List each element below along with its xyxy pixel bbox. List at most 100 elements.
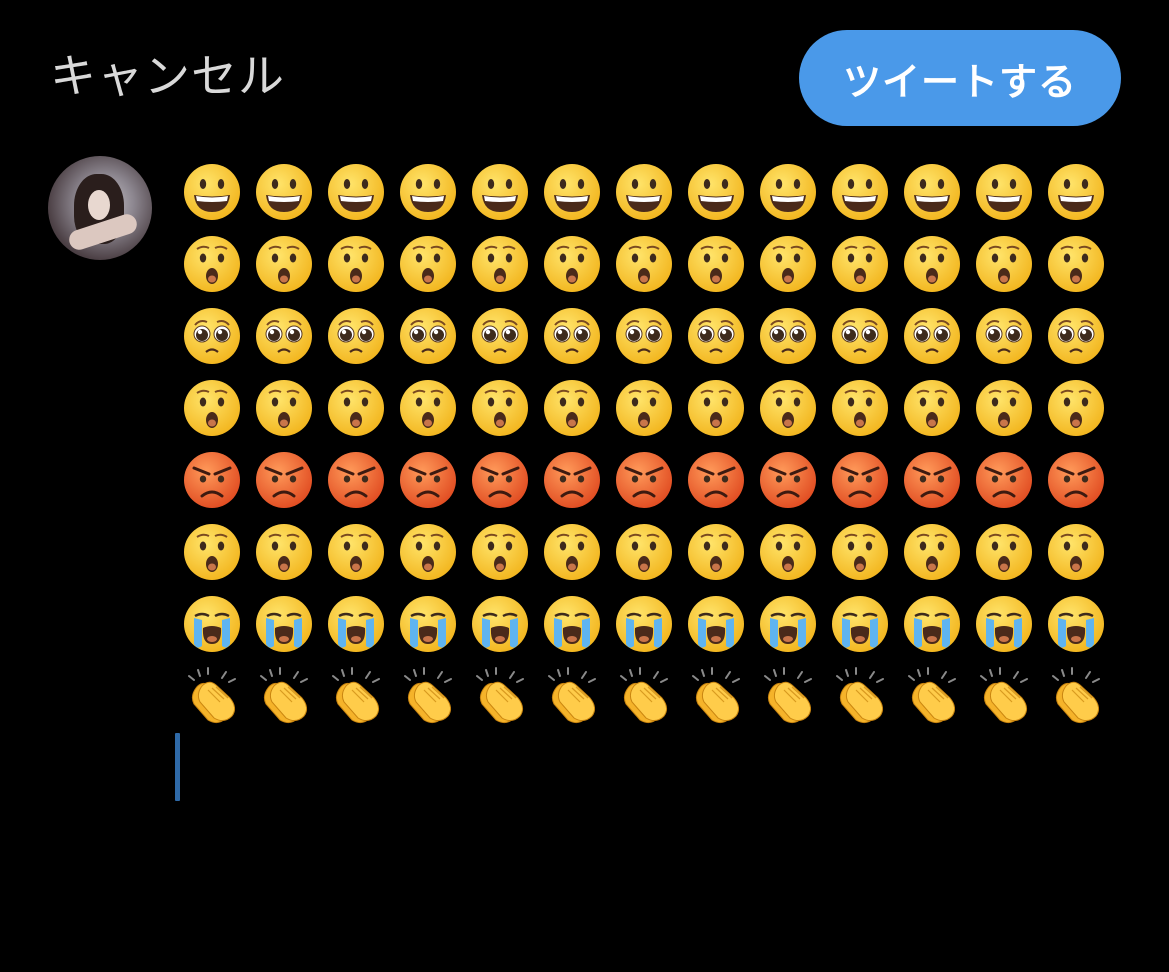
hushed-face-icon xyxy=(248,228,320,300)
hushed-face-icon xyxy=(536,372,608,444)
hushed-face-icon xyxy=(896,228,968,300)
clapping-hands-icon xyxy=(392,660,464,732)
pleading-face-icon xyxy=(392,300,464,372)
tweet-button[interactable]: ツイートする xyxy=(799,30,1121,126)
grinning-face-icon xyxy=(752,156,824,228)
hushed-face-icon xyxy=(1040,228,1112,300)
hushed-face-icon xyxy=(896,516,968,588)
grinning-face-icon xyxy=(1040,156,1112,228)
hushed-face-icon xyxy=(392,516,464,588)
clapping-hands-icon xyxy=(896,660,968,732)
hushed-face-icon xyxy=(968,516,1040,588)
hushed-face-icon xyxy=(968,372,1040,444)
clapping-hands-icon xyxy=(968,660,1040,732)
tweet-text-area[interactable] xyxy=(176,156,1116,732)
loudly-crying-face-icon xyxy=(752,588,824,660)
grinning-face-icon xyxy=(824,156,896,228)
hushed-face-icon xyxy=(464,228,536,300)
clapping-hands-icon xyxy=(464,660,536,732)
hushed-face-icon xyxy=(536,228,608,300)
loudly-crying-face-icon xyxy=(536,588,608,660)
hushed-face-icon xyxy=(248,372,320,444)
clapping-hands-icon xyxy=(248,660,320,732)
hushed-face-icon xyxy=(896,372,968,444)
pleading-face-icon xyxy=(176,300,248,372)
pleading-face-icon xyxy=(968,300,1040,372)
hushed-face-icon xyxy=(392,372,464,444)
grinning-face-icon xyxy=(320,156,392,228)
compose-header: キャンセル ツイートする xyxy=(0,0,1169,150)
clapping-hands-icon xyxy=(176,660,248,732)
grinning-face-icon xyxy=(248,156,320,228)
hushed-face-icon xyxy=(464,372,536,444)
hushed-face-icon xyxy=(752,516,824,588)
angry-face-icon xyxy=(176,444,248,516)
pleading-face-icon xyxy=(824,300,896,372)
loudly-crying-face-icon xyxy=(392,588,464,660)
avatar[interactable] xyxy=(48,156,152,260)
hushed-face-icon xyxy=(176,516,248,588)
clapping-hands-icon xyxy=(824,660,896,732)
grinning-face-icon xyxy=(968,156,1040,228)
pleading-face-icon xyxy=(608,300,680,372)
hushed-face-icon xyxy=(824,516,896,588)
hushed-face-icon xyxy=(608,372,680,444)
avatar-face xyxy=(88,190,110,220)
grinning-face-icon xyxy=(680,156,752,228)
hushed-face-icon xyxy=(320,228,392,300)
pleading-face-icon xyxy=(248,300,320,372)
loudly-crying-face-icon xyxy=(896,588,968,660)
grinning-face-icon xyxy=(608,156,680,228)
angry-face-icon xyxy=(896,444,968,516)
grinning-face-icon xyxy=(536,156,608,228)
loudly-crying-face-icon xyxy=(176,588,248,660)
pleading-face-icon xyxy=(464,300,536,372)
grinning-face-icon xyxy=(896,156,968,228)
cancel-button[interactable]: キャンセル xyxy=(50,46,285,106)
angry-face-icon xyxy=(680,444,752,516)
angry-face-icon xyxy=(464,444,536,516)
loudly-crying-face-icon xyxy=(248,588,320,660)
hushed-face-icon xyxy=(752,228,824,300)
angry-face-icon xyxy=(536,444,608,516)
loudly-crying-face-icon xyxy=(464,588,536,660)
clapping-hands-icon xyxy=(536,660,608,732)
loudly-crying-face-icon xyxy=(320,588,392,660)
hushed-face-icon xyxy=(824,228,896,300)
text-cursor xyxy=(175,733,180,801)
loudly-crying-face-icon xyxy=(968,588,1040,660)
angry-face-icon xyxy=(752,444,824,516)
loudly-crying-face-icon xyxy=(824,588,896,660)
clapping-hands-icon xyxy=(680,660,752,732)
loudly-crying-face-icon xyxy=(608,588,680,660)
hushed-face-icon xyxy=(680,228,752,300)
grinning-face-icon xyxy=(392,156,464,228)
pleading-face-icon xyxy=(680,300,752,372)
clapping-hands-icon xyxy=(1040,660,1112,732)
pleading-face-icon xyxy=(320,300,392,372)
hushed-face-icon xyxy=(752,372,824,444)
hushed-face-icon xyxy=(968,228,1040,300)
hushed-face-icon xyxy=(608,516,680,588)
clapping-hands-icon xyxy=(752,660,824,732)
hushed-face-icon xyxy=(392,228,464,300)
hushed-face-icon xyxy=(680,372,752,444)
hushed-face-icon xyxy=(824,372,896,444)
hushed-face-icon xyxy=(608,228,680,300)
hushed-face-icon xyxy=(536,516,608,588)
grinning-face-icon xyxy=(176,156,248,228)
pleading-face-icon xyxy=(536,300,608,372)
pleading-face-icon xyxy=(896,300,968,372)
pleading-face-icon xyxy=(1040,300,1112,372)
hushed-face-icon xyxy=(1040,516,1112,588)
angry-face-icon xyxy=(608,444,680,516)
hushed-face-icon xyxy=(320,372,392,444)
angry-face-icon xyxy=(824,444,896,516)
hushed-face-icon xyxy=(1040,372,1112,444)
hushed-face-icon xyxy=(464,516,536,588)
clapping-hands-icon xyxy=(320,660,392,732)
clapping-hands-icon xyxy=(608,660,680,732)
hushed-face-icon xyxy=(248,516,320,588)
angry-face-icon xyxy=(1040,444,1112,516)
angry-face-icon xyxy=(320,444,392,516)
